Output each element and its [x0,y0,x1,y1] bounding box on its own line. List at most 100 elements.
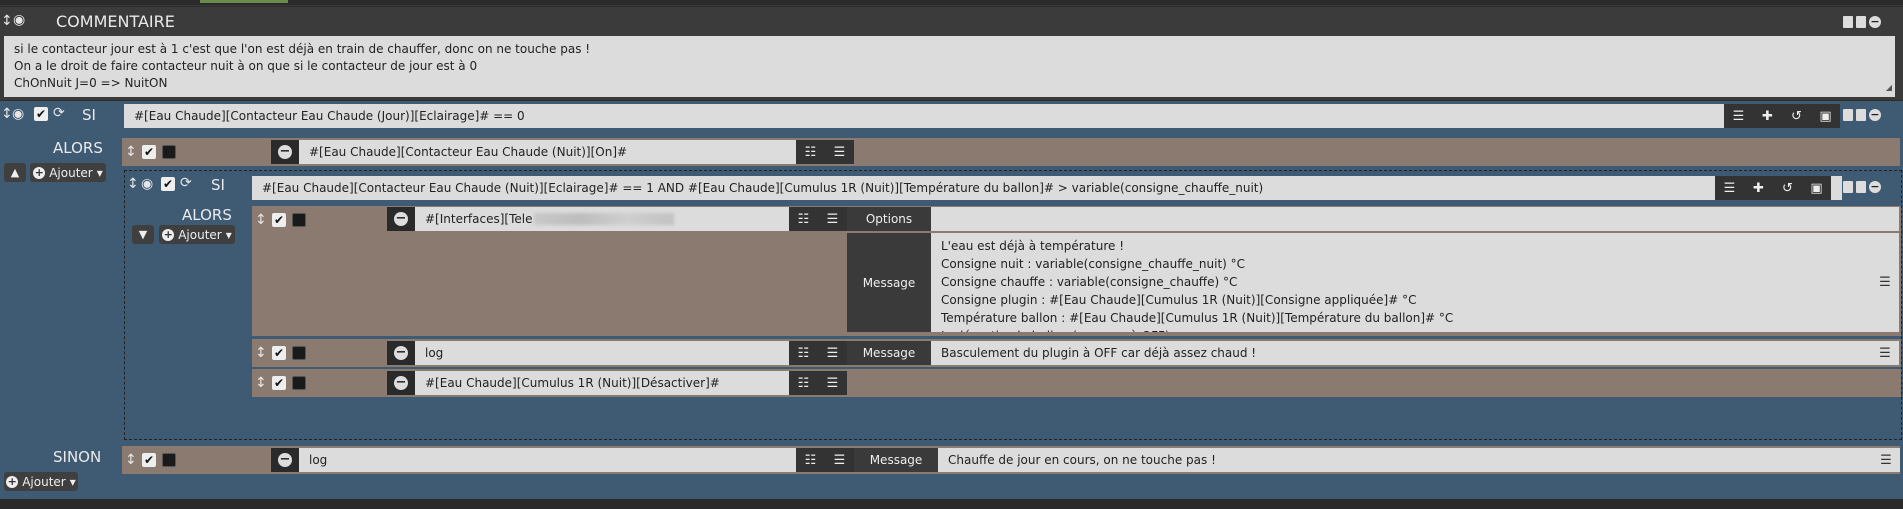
caret-down-icon: ▾ [96,165,103,180]
parallel-checkbox[interactable] [162,145,176,159]
enable-checkbox[interactable]: ✔ [272,346,286,360]
duplicate-icon[interactable] [1856,16,1866,28]
move-handle-icon[interactable]: ↕ [125,453,137,467]
refresh-icon[interactable]: ⟳ [53,106,65,120]
si-label: SI [82,106,96,124]
expand-down-button[interactable]: ▼ [132,225,154,244]
action-command-input[interactable]: #[Eau Chaude][Contacteur Eau Chaude (Nui… [299,140,796,164]
alors-action-row: ↕ ✔ − #[Eau Chaude][Cumulus 1R (Nuit)][D… [252,369,1901,397]
action-options-button[interactable]: ☰ [818,341,847,365]
remove-action-button[interactable]: − [387,341,415,365]
action-command-input[interactable]: #[Eau Chaude][Cumulus 1R (Nuit)][Désacti… [415,371,789,395]
move-handle-icon[interactable]: ↕ [1,107,13,121]
alors-action-row: ↕ ✔ − #[Interfaces][Tele ☷ ☰ Options Mes… [252,206,1901,336]
enable-checkbox[interactable]: ✔ [142,145,156,159]
action-command-input[interactable]: log [415,341,789,365]
si-block-controls: − [1843,109,1881,121]
parallel-checkbox[interactable] [292,346,306,360]
remove-action-button[interactable]: − [387,371,415,395]
enable-checkbox[interactable]: ✔ [34,107,48,121]
alors-label: ALORS [53,139,103,157]
message-options-button[interactable]: ☰ [1871,341,1899,365]
move-handle-icon[interactable]: ↕ [255,213,267,227]
options-tag: Options [847,207,931,231]
nested-si-block: ↕ ◉ ✔ ⟳ SI #[Eau Chaude][Contacteur Eau … [124,170,1902,440]
message-input[interactable]: Basculement du plugin à OFF car déjà ass… [931,341,1871,365]
options-input[interactable] [931,207,1899,231]
enable-checkbox[interactable]: ✔ [161,177,175,191]
copy-icon[interactable] [1843,16,1853,28]
condition-expression-button[interactable]: ☰ [1715,176,1744,200]
comment-text[interactable]: si le contacteur jour est à 1 c'est que … [4,36,1895,97]
sinon-action-row: ↕ ✔ − log ☷ ☰ Message Chauffe de jour en… [122,446,1900,474]
si-block-outer: ↕ ◉ ✔ ⟳ SI #[Eau Chaude][Contacteur Eau … [0,101,1903,444]
condition-history-button[interactable]: ↺ [1773,176,1802,200]
remove-action-button[interactable]: − [271,140,299,164]
condition-cube-button[interactable]: ▣ [1811,104,1840,128]
sinon-label: SINON [53,448,102,466]
collapse-up-button[interactable]: ▲ [4,163,26,182]
message-tag: Message [854,448,938,472]
parallel-checkbox[interactable] [292,213,306,227]
remove-action-button[interactable]: − [271,448,299,472]
add-action-button[interactable]: + Ajouter ▾ [159,225,235,244]
move-handle-icon[interactable]: ↕ [127,177,139,191]
copy-icon[interactable] [1843,109,1853,121]
condition-history-button[interactable]: ↺ [1782,104,1811,128]
action-list-button[interactable]: ☷ [796,140,825,164]
eye-icon[interactable]: ◉ [12,107,24,121]
action-list-button[interactable]: ☷ [789,371,818,395]
move-handle-icon[interactable]: ↕ [255,376,267,390]
copy-icon[interactable] [1843,181,1853,193]
blurred-text [534,213,675,225]
action-options-button[interactable]: ☰ [825,448,854,472]
move-handle-icon[interactable]: ↕ [255,346,267,360]
parallel-checkbox[interactable] [292,376,306,390]
action-options-button[interactable]: ☰ [818,207,847,231]
message-tag: Message [847,341,931,365]
resize-grip-icon[interactable]: ◢ [1886,79,1892,96]
parallel-checkbox[interactable] [162,453,176,467]
add-action-button[interactable]: + Ajouter ▾ [4,472,78,491]
condition-cube-button[interactable]: ▣ [1802,176,1831,200]
message-input[interactable]: Chauffe de jour en cours, on ne touche p… [938,448,1872,472]
action-command-input[interactable]: log [299,448,796,472]
action-list-button[interactable]: ☷ [789,341,818,365]
action-options-button[interactable]: ☰ [825,140,854,164]
condition-plugin-button[interactable]: ✚ [1753,104,1782,128]
plus-icon: + [33,165,46,179]
action-options-button[interactable]: ☰ [818,371,847,395]
message-textarea[interactable]: L'eau est déjà à température ! Consigne … [931,233,1871,332]
remove-block-icon[interactable]: − [1869,109,1881,121]
remove-block-icon[interactable]: − [1869,16,1881,28]
action-list-button[interactable]: ☷ [796,448,825,472]
remove-block-icon[interactable]: − [1869,181,1881,193]
plus-icon: + [162,227,175,241]
eye-icon[interactable]: ◉ [13,13,25,27]
comment-line: ChOnNuit J=0 => NuitON [14,76,168,90]
comment-title: COMMENTAIRE [56,12,175,31]
duplicate-icon[interactable] [1856,181,1866,193]
add-action-button[interactable]: + Ajouter ▾ [30,163,106,182]
message-tag: Message [847,233,931,332]
message-options-button[interactable]: ☰ [1871,233,1899,332]
enable-checkbox[interactable]: ✔ [142,453,156,467]
eye-icon[interactable]: ◉ [141,177,153,191]
duplicate-icon[interactable] [1856,109,1866,121]
move-handle-icon[interactable]: ↕ [1,14,13,28]
add-button-label: Ajouter [49,165,93,180]
enable-checkbox[interactable]: ✔ [272,376,286,390]
condition-expression-button[interactable]: ☰ [1724,104,1753,128]
move-handle-icon[interactable]: ↕ [125,145,137,159]
refresh-icon[interactable]: ⟳ [180,176,192,190]
bottom-bar [0,499,1903,509]
action-command-input[interactable]: #[Interfaces][Tele [415,207,789,231]
si-condition-input[interactable]: #[Eau Chaude][Contacteur Eau Chaude (Nui… [252,176,1842,200]
condition-plugin-button[interactable]: ✚ [1744,176,1773,200]
enable-checkbox[interactable]: ✔ [272,213,286,227]
action-list-button[interactable]: ☷ [789,207,818,231]
message-options-button[interactable]: ☰ [1872,448,1900,472]
caret-down-icon: ▾ [225,227,232,242]
si-condition-input[interactable]: #[Eau Chaude][Contacteur Eau Chaude (Jou… [124,104,1724,128]
remove-action-button[interactable]: − [387,207,415,231]
